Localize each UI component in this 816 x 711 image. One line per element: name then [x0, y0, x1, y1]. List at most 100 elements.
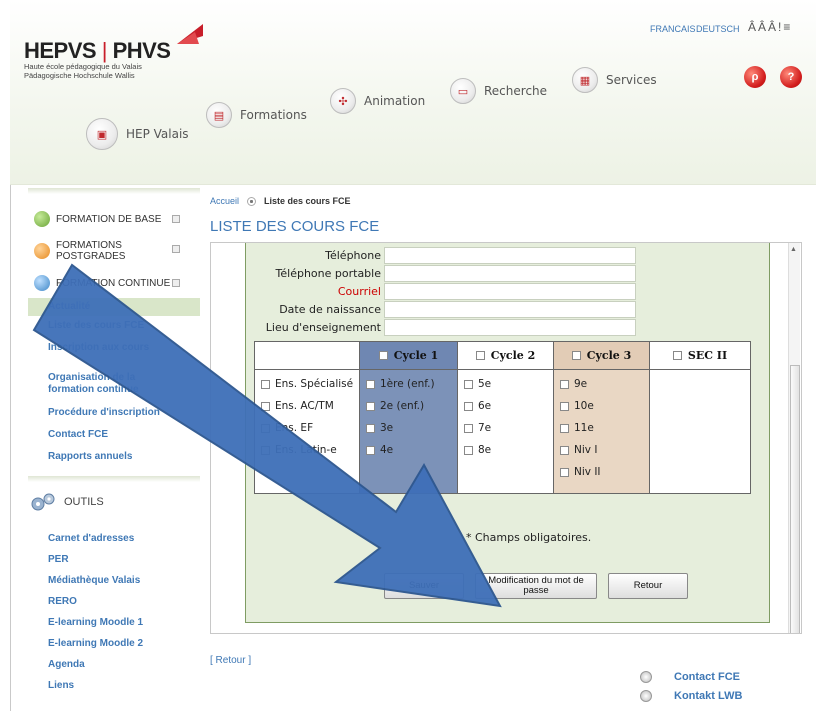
tool-agenda[interactable]: Agenda — [28, 654, 200, 675]
lieu-enseignement-input[interactable] — [384, 319, 636, 336]
breadcrumb: Accueil Liste des cours FCE — [210, 196, 351, 206]
cycle-column-3: Cycle 3 9e 10e 11e Niv I Niv II — [554, 342, 650, 493]
sidebar-item-organisation[interactable]: Organisation de la formation continue — [28, 372, 148, 402]
footer-contact-fce[interactable]: Contact FCE — [640, 671, 740, 683]
nav-hep-valais[interactable]: ▣ HEP Valais — [86, 118, 189, 150]
telephone-portable-input[interactable] — [384, 265, 636, 282]
checkbox-ens-ac-tm[interactable]: Ens. AC/TM — [255, 395, 359, 417]
save-button[interactable]: Sauver — [384, 573, 464, 599]
sidebar-item-liste-cours[interactable]: Liste des cours FCE — [28, 316, 200, 336]
search-button[interactable]: ρ — [744, 66, 766, 88]
tool-liens[interactable]: Liens — [28, 675, 200, 696]
breadcrumb-current: Liste des cours FCE — [264, 196, 351, 206]
panel-scrollbar[interactable]: ▲ — [788, 243, 800, 633]
retour-link[interactable]: [ Retour ] — [210, 655, 251, 666]
checkbox-9e[interactable]: 9e — [554, 373, 649, 395]
cycle-1-header[interactable]: Cycle 1 — [360, 342, 457, 370]
footer-kontakt-lwb[interactable]: Kontakt LWB — [640, 690, 742, 702]
page-title: LISTE DES COURS FCE — [210, 218, 380, 235]
checkbox-6e[interactable]: 6e — [458, 395, 553, 417]
checkbox-2e-enf[interactable]: 2e (enf.) — [360, 395, 457, 417]
checkbox-4e[interactable]: 4e — [360, 439, 457, 461]
checkbox-ens-ef[interactable]: Ens. EF — [255, 417, 359, 439]
site-header: HEPVS | PHVS Haute école pédagogique du … — [10, 0, 816, 185]
form-area: Téléphone Téléphone portable Courriel Da… — [245, 243, 770, 623]
checkbox-7e[interactable]: 7e — [458, 417, 553, 439]
expand-icon[interactable] — [172, 215, 180, 223]
tool-rero[interactable]: RERO — [28, 591, 200, 612]
tool-mediatheque[interactable]: Médiathèque Valais — [28, 570, 200, 591]
sidebar-item-rapports[interactable]: Rapports annuels — [28, 446, 200, 468]
checkbox-11e[interactable]: 11e — [554, 417, 649, 439]
checkbox-niv-1[interactable]: Niv I — [554, 439, 649, 461]
field-label: Téléphone portable — [275, 267, 381, 280]
book-icon: ▤ — [206, 102, 232, 128]
sidebar-formation-continue[interactable]: FORMATION CONTINUE — [28, 268, 200, 298]
green-ball-icon — [34, 211, 50, 227]
cycle-header-empty — [255, 342, 359, 370]
nav-formations[interactable]: ▤ Formations — [206, 102, 307, 128]
cycles-table: Ens. Spécialisé Ens. AC/TM Ens. EF Ens. … — [254, 341, 751, 494]
contact-icon — [640, 690, 652, 702]
nav-animation[interactable]: ✣ Animation — [330, 88, 425, 114]
tool-per[interactable]: PER — [28, 549, 200, 570]
document-icon: ▦ — [572, 67, 598, 93]
checkbox-3e[interactable]: 3e — [360, 417, 457, 439]
checkbox-ens-specialise[interactable]: Ens. Spécialisé — [255, 373, 359, 395]
tool-moodle-2[interactable]: E-learning Moodle 2 — [28, 633, 200, 654]
sidebar-outils-header: OUTILS — [28, 482, 200, 522]
checkbox-niv-2[interactable]: Niv II — [554, 461, 649, 483]
courriel-input[interactable] — [384, 283, 636, 300]
sidebar-item-actualite[interactable]: Actualité — [28, 298, 200, 316]
field-label-required: Courriel — [337, 285, 381, 298]
breadcrumb-home-link[interactable]: Accueil — [210, 196, 239, 206]
expand-icon[interactable] — [172, 245, 180, 253]
sidebar-item-procedure[interactable]: Procédure d'inscription — [28, 402, 200, 424]
scrollbar-thumb[interactable] — [790, 365, 800, 633]
field-row-courriel: Courriel — [246, 283, 771, 301]
form-scroll-panel[interactable]: Téléphone Téléphone portable Courriel Da… — [210, 242, 802, 634]
nav-recherche[interactable]: ▭ Recherche — [450, 78, 547, 104]
lang-deutsch-link[interactable]: DEUTSCH — [696, 24, 740, 34]
date-naissance-input[interactable] — [384, 301, 636, 318]
tool-moodle-1[interactable]: E-learning Moodle 1 — [28, 612, 200, 633]
field-row-date-naissance: Date de naissance — [246, 301, 771, 319]
sidebar-formations-postgrades[interactable]: FORMATIONS POSTGRADES — [28, 234, 200, 268]
cycle-3-header[interactable]: Cycle 3 — [554, 342, 649, 370]
back-button[interactable]: Retour — [608, 573, 688, 599]
tool-carnet-adresses[interactable]: Carnet d'adresses — [28, 528, 200, 549]
sec-ii-header[interactable]: SEC II — [650, 342, 750, 370]
sidebar-formation-de-base[interactable]: FORMATION DE BASE — [28, 204, 200, 234]
change-password-button[interactable]: Modification du mot de passe — [475, 573, 597, 599]
cycle-2-header[interactable]: Cycle 2 — [458, 342, 553, 370]
accessibility-icons[interactable]: ÂÂÂ!≡ — [748, 20, 792, 34]
nav-services[interactable]: ▦ Services — [572, 67, 657, 93]
contact-icon — [640, 671, 652, 683]
collapse-icon[interactable] — [172, 279, 180, 287]
field-row-telephone-portable: Téléphone portable — [246, 265, 771, 283]
field-row-telephone: Téléphone — [246, 247, 771, 265]
cycle-column-sec2: SEC II — [650, 342, 750, 493]
checkbox-1ere-enf[interactable]: 1ère (enf.) — [360, 373, 457, 395]
checkbox-8e[interactable]: 8e — [458, 439, 553, 461]
site-logo[interactable]: HEPVS | PHVS — [24, 38, 171, 64]
sidebar-item-contact-fce[interactable]: Contact FCE — [28, 424, 200, 446]
field-label: Date de naissance — [279, 303, 381, 316]
sidebar-item-inscription[interactable]: Inscription aux cours — [28, 336, 158, 372]
cycle-column-1: Cycle 1 1ère (enf.) 2e (enf.) 3e 4e — [360, 342, 458, 493]
checkbox-ens-latin[interactable]: Ens. Latin-e — [255, 439, 359, 461]
orange-ball-icon — [34, 243, 50, 259]
cycle-column-2: Cycle 2 5e 6e 7e 8e — [458, 342, 554, 493]
help-button[interactable]: ? — [780, 66, 802, 88]
sidebar: FORMATION DE BASE FORMATIONS POSTGRADES … — [28, 188, 200, 696]
sidebar-divider — [28, 188, 200, 194]
scroll-up-arrow-icon[interactable]: ▲ — [790, 246, 797, 253]
checkbox-10e[interactable]: 10e — [554, 395, 649, 417]
folder-icon: ▭ — [450, 78, 476, 104]
checkbox-5e[interactable]: 5e — [458, 373, 553, 395]
telephone-input[interactable] — [384, 247, 636, 264]
lang-francais-link[interactable]: FRANCAIS — [650, 24, 696, 34]
building-icon: ▣ — [86, 118, 118, 150]
field-label: Téléphone — [325, 249, 381, 262]
gears-icon — [31, 493, 55, 511]
